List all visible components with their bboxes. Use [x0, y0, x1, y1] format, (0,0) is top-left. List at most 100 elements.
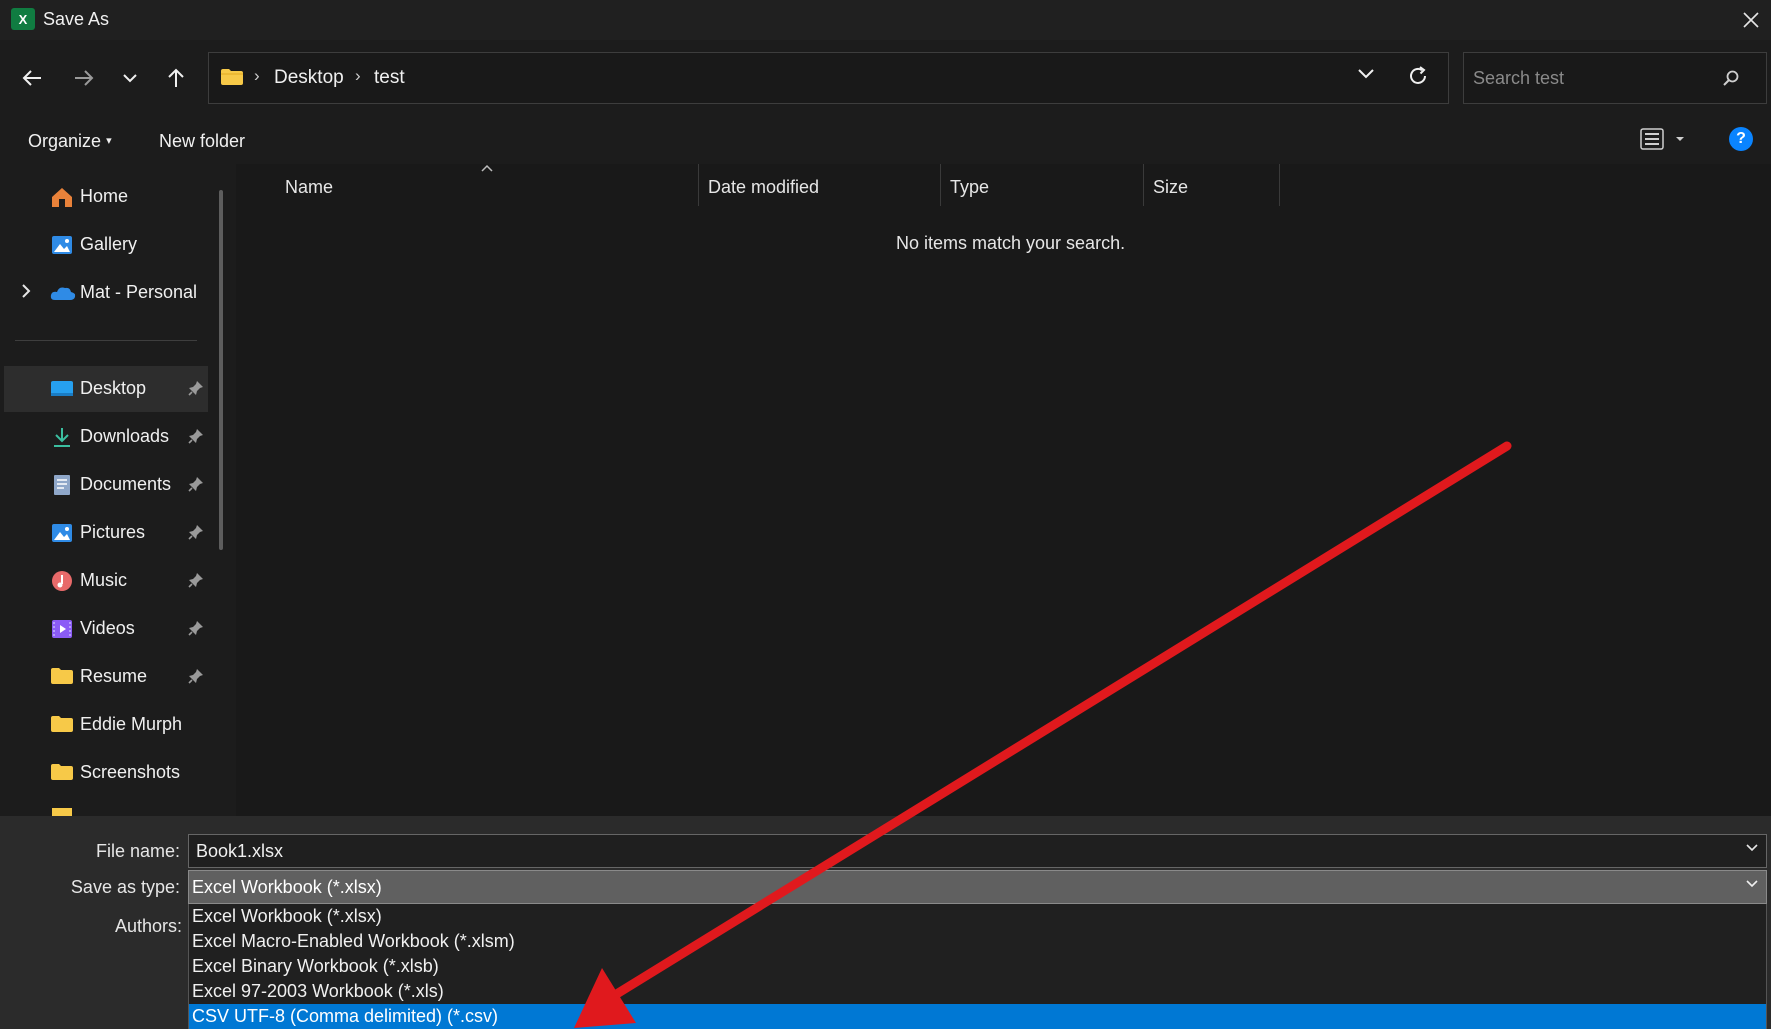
option-xls[interactable]: Excel 97-2003 Workbook (*.xls) [189, 979, 1766, 1004]
empty-message: No items match your search. [896, 233, 1126, 253]
breadcrumb-separator: › [355, 66, 361, 85]
sidebar-item-label: Resume [80, 666, 148, 686]
folder-icon [50, 666, 74, 688]
sidebar-item-gallery[interactable]: Gallery [4, 222, 208, 268]
chevron-right-icon [20, 282, 32, 300]
option-xlsb[interactable]: Excel Binary Workbook (*.xlsb) [189, 954, 1766, 979]
organize-label: Organize [28, 131, 102, 151]
save-as-type-label: Save as type: [70, 877, 180, 897]
folder-icon [220, 68, 244, 86]
sidebar-item-onedrive[interactable]: Mat - Personal [4, 270, 208, 316]
pin-icon[interactable] [188, 572, 204, 588]
command-bar [0, 116, 1771, 164]
close-button[interactable] [1730, 0, 1771, 40]
organize-button[interactable]: Organize ▾ [28, 131, 112, 152]
save-as-type-select[interactable] [188, 870, 1767, 904]
new-folder-button[interactable]: New folder [159, 131, 245, 152]
authors-label: Authors: [114, 916, 182, 936]
pin-icon[interactable] [188, 380, 204, 396]
sidebar-item-pictures[interactable]: Pictures [4, 510, 208, 556]
recent-locations-button[interactable] [110, 58, 150, 98]
search-input[interactable]: Search test [1473, 68, 1564, 89]
arrow-right-icon [75, 70, 94, 86]
file-name-label: File name: [95, 841, 180, 861]
sidebar-item-documents[interactable]: Documents [4, 462, 208, 508]
sidebar-item-label: Downloads [80, 426, 170, 446]
arrow-up-icon [168, 68, 184, 87]
breadcrumb-separator: › [254, 66, 260, 85]
chevron-down-icon [123, 74, 137, 83]
pin-icon[interactable] [188, 524, 204, 540]
window-title: Save As [43, 9, 110, 29]
chevron-down-icon [1746, 880, 1758, 888]
documents-icon [50, 474, 74, 496]
column-divider[interactable] [1143, 164, 1144, 206]
sidebar-item-downloads[interactable]: Downloads [4, 414, 208, 460]
sidebar-item-music[interactable]: Music [4, 558, 208, 604]
view-options-button[interactable] [1640, 128, 1684, 150]
column-header-type[interactable]: Type [950, 177, 989, 198]
music-icon [50, 570, 74, 592]
address-history-button[interactable] [1357, 68, 1375, 80]
pin-icon[interactable] [188, 668, 204, 684]
column-header-name[interactable]: Name [285, 177, 333, 198]
gallery-icon [50, 234, 74, 256]
sidebar-item-label: Desktop [80, 378, 147, 398]
pin-icon[interactable] [188, 428, 204, 444]
folder-icon [50, 714, 74, 736]
column-divider[interactable] [940, 164, 941, 206]
onedrive-icon [50, 282, 76, 304]
sidebar-scrollbar[interactable] [219, 190, 223, 550]
downloads-icon [50, 426, 74, 448]
file-name-dropdown-button[interactable] [1745, 843, 1759, 853]
sidebar-item-label: Screenshots [80, 762, 181, 782]
sidebar-item-label: Eddie Murph [80, 714, 183, 734]
sidebar-item-screenshots[interactable]: Screenshots [4, 750, 208, 796]
sidebar-item-resume[interactable]: Resume [4, 654, 208, 700]
desktop-icon [50, 378, 74, 400]
column-header-date-modified[interactable]: Date modified [708, 177, 819, 198]
sidebar-item-label: Music [80, 570, 128, 590]
save-as-type-options: Excel Workbook (*.xlsx) Excel Macro-Enab… [188, 904, 1767, 1029]
sidebar-item-label: Pictures [80, 522, 146, 542]
videos-icon [50, 618, 74, 640]
refresh-button[interactable] [1407, 65, 1429, 87]
pin-icon[interactable] [188, 620, 204, 636]
refresh-icon [1410, 66, 1426, 84]
title-bar [0, 0, 1771, 40]
sidebar-item-desktop[interactable]: Desktop [4, 366, 208, 412]
help-button[interactable]: ? [1729, 127, 1753, 151]
close-icon [1742, 12, 1759, 28]
sidebar-divider [15, 340, 197, 341]
home-icon [50, 186, 74, 208]
excel-app-icon: X [11, 8, 35, 30]
forward-button[interactable] [64, 58, 104, 98]
option-xlsm[interactable]: Excel Macro-Enabled Workbook (*.xlsm) [189, 929, 1766, 954]
save-as-type-value[interactable]: Excel Workbook (*.xlsx) [192, 877, 382, 898]
sidebar-item-eddie-murph[interactable]: Eddie Murph [4, 702, 208, 748]
file-name-value[interactable]: Book1.xlsx [196, 841, 283, 862]
option-csv-utf8[interactable]: CSV UTF-8 (Comma delimited) (*.csv) [189, 1004, 1766, 1029]
sidebar-item-videos[interactable]: Videos [4, 606, 208, 652]
arrow-left-icon [22, 70, 41, 86]
sidebar-item-home[interactable]: Home [4, 174, 208, 220]
sidebar-item-label: Documents [80, 474, 172, 494]
up-button[interactable] [156, 58, 196, 98]
sort-ascending-icon [481, 164, 493, 172]
breadcrumb-test[interactable]: test [374, 67, 405, 89]
pictures-icon [50, 522, 74, 544]
file-list [236, 164, 1771, 816]
column-divider[interactable] [1279, 164, 1280, 206]
column-divider[interactable] [698, 164, 699, 206]
sidebar-item-label: Home [80, 186, 129, 206]
breadcrumb-desktop[interactable]: Desktop [274, 67, 344, 89]
sidebar-item-label: Videos [80, 618, 135, 638]
chevron-down-icon [1358, 69, 1374, 79]
back-button[interactable] [12, 58, 52, 98]
column-header-size[interactable]: Size [1153, 177, 1188, 198]
option-xlsx[interactable]: Excel Workbook (*.xlsx) [189, 904, 1766, 929]
save-as-type-dropdown-button[interactable] [1745, 879, 1759, 889]
file-name-field[interactable] [188, 834, 1767, 868]
pin-icon[interactable] [188, 476, 204, 492]
sidebar-item-label: Gallery [80, 234, 138, 254]
